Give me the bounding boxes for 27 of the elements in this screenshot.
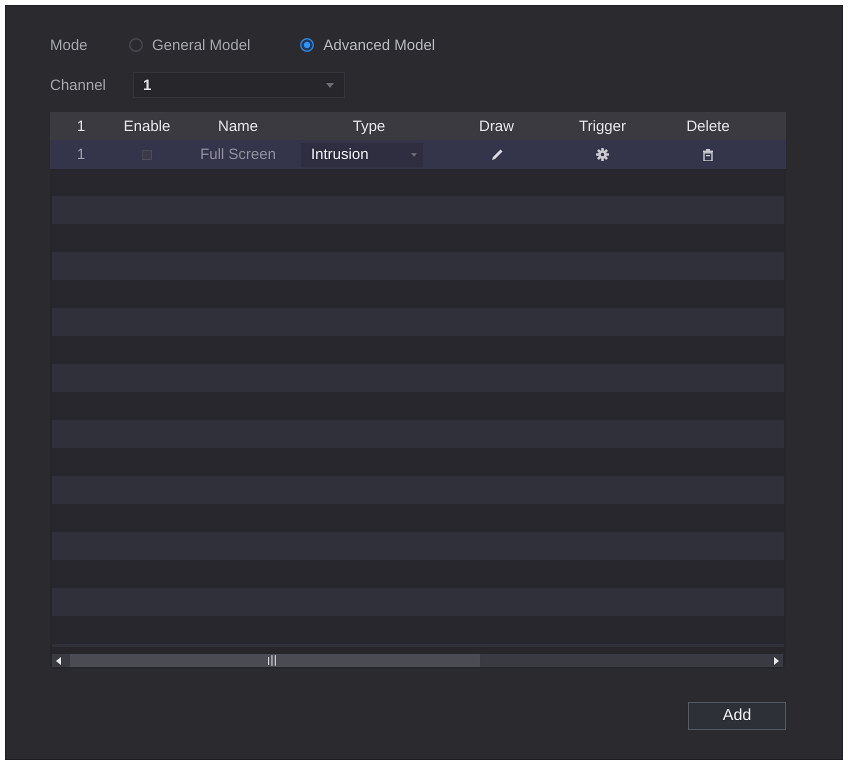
column-header: Type — [352, 118, 386, 134]
horizontal-scrollbar[interactable] — [52, 654, 783, 667]
left-arrow-icon[interactable] — [56, 656, 61, 664]
column-header: Enable — [122, 118, 172, 134]
column-header: Draw — [478, 118, 515, 134]
caret-icon — [411, 152, 417, 156]
column-header: Name — [216, 118, 259, 134]
table-cell-text: Full Screen — [199, 146, 277, 163]
mode-label: Mode — [50, 36, 89, 54]
right-arrow-icon[interactable] — [774, 656, 779, 664]
channel-label: Channel — [50, 76, 107, 94]
scrollbar-thumb[interactable] — [70, 654, 480, 667]
table-cell-text: 1 — [76, 146, 86, 163]
pencil-icon[interactable] — [490, 148, 502, 160]
grip-icon — [268, 655, 276, 666]
mode-radio-option[interactable]: Advanced Model — [300, 36, 436, 54]
caret-icon — [326, 82, 334, 88]
column-header: 1 — [76, 118, 86, 134]
column-header: Delete — [685, 118, 731, 134]
mode-radio-option[interactable]: General Model — [129, 36, 250, 54]
type-dropdown[interactable]: Intrusion — [301, 142, 423, 166]
column-header: Trigger — [578, 118, 627, 134]
trash-icon[interactable] — [703, 148, 713, 160]
table-row[interactable]: 1 Full Screen Intrusion — [50, 140, 786, 169]
channel-dropdown[interactable]: 1 — [133, 72, 345, 98]
gear-icon[interactable] — [596, 148, 609, 161]
add-button[interactable]: Add — [688, 702, 786, 730]
